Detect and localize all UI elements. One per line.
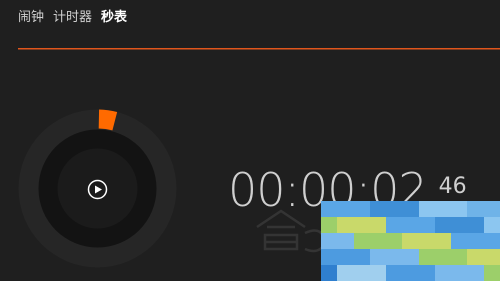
mosaic-cell bbox=[353, 233, 370, 249]
mosaic-cell bbox=[369, 201, 387, 217]
mosaic-cell bbox=[369, 249, 387, 265]
mosaic-cell bbox=[321, 249, 338, 265]
mosaic-cell bbox=[467, 265, 484, 281]
mosaic-cell bbox=[353, 249, 370, 265]
mosaic-cell bbox=[402, 249, 419, 265]
mosaic-cell bbox=[483, 265, 500, 281]
mosaic-cell bbox=[337, 233, 354, 249]
tab-alarm[interactable]: 闹钟 bbox=[18, 10, 44, 26]
elapsed-time-fraction: 46 bbox=[438, 174, 467, 199]
mosaic-cell bbox=[402, 265, 419, 281]
mosaic-cell bbox=[386, 265, 403, 281]
stopwatch-dial bbox=[18, 109, 177, 268]
mosaic-cell bbox=[321, 217, 338, 233]
tab-stopwatch[interactable]: 秒表 bbox=[101, 10, 127, 26]
mosaic-cell bbox=[321, 265, 338, 281]
mosaic-cell bbox=[321, 201, 338, 217]
mosaic-cell bbox=[402, 233, 419, 249]
mosaic-cell bbox=[483, 249, 500, 265]
mosaic-cell bbox=[418, 233, 435, 249]
mosaic-cell bbox=[467, 249, 484, 265]
mosaic-cell bbox=[467, 217, 484, 233]
pixelated-region bbox=[321, 201, 500, 281]
mosaic-cell bbox=[434, 217, 452, 233]
watermark-logo bbox=[256, 209, 327, 253]
mosaic-cell bbox=[451, 265, 468, 281]
mosaic-cell bbox=[451, 233, 468, 249]
mosaic-cell bbox=[402, 217, 419, 233]
mosaic-cell bbox=[434, 233, 452, 249]
mosaic-cell bbox=[418, 265, 435, 281]
mosaic-cell bbox=[402, 201, 419, 217]
mosaic-cell bbox=[467, 233, 484, 249]
mosaic-cell bbox=[369, 233, 387, 249]
mosaic-cell bbox=[434, 201, 452, 217]
mosaic-cell bbox=[386, 233, 403, 249]
mosaic-cell bbox=[418, 201, 435, 217]
mosaic-cell bbox=[353, 265, 370, 281]
mosaic-cell bbox=[451, 249, 468, 265]
mosaic-cell bbox=[434, 249, 452, 265]
mosaic-cell bbox=[451, 217, 468, 233]
mosaic-cell bbox=[434, 265, 452, 281]
mosaic-cell bbox=[483, 233, 500, 249]
tab-bar: 闹钟 计时器 秒表 bbox=[18, 10, 127, 26]
mosaic-cell bbox=[321, 233, 338, 249]
mosaic-cell bbox=[418, 249, 435, 265]
mosaic-cell bbox=[337, 201, 354, 217]
mosaic-cell bbox=[337, 249, 354, 265]
mosaic-cell bbox=[483, 217, 500, 233]
mosaic-cell bbox=[353, 201, 370, 217]
mosaic-cell bbox=[451, 201, 468, 217]
mosaic-cell bbox=[353, 217, 370, 233]
mosaic-cell bbox=[337, 217, 354, 233]
mosaic-cell bbox=[386, 217, 403, 233]
mosaic-cell bbox=[418, 217, 435, 233]
mosaic-cell bbox=[369, 265, 387, 281]
mosaic-cell bbox=[369, 217, 387, 233]
tab-timer[interactable]: 计时器 bbox=[53, 10, 92, 26]
mosaic-cell bbox=[483, 201, 500, 217]
header-divider bbox=[18, 48, 500, 50]
mosaic-cell bbox=[467, 201, 484, 217]
mosaic-cell bbox=[337, 265, 354, 281]
mosaic-cell bbox=[386, 201, 403, 217]
mosaic-cell bbox=[386, 249, 403, 265]
